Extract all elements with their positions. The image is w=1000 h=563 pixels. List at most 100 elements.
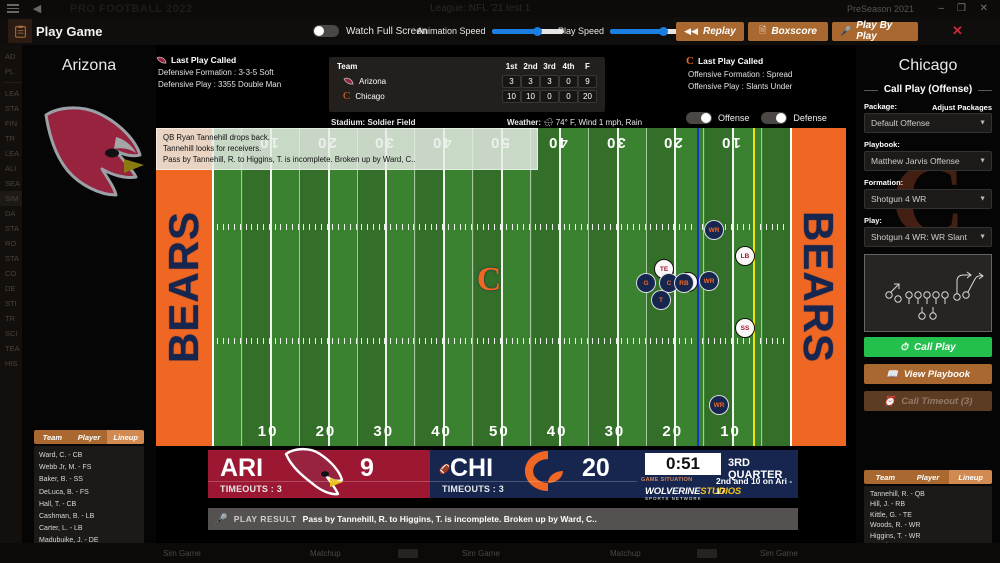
field-player-rb[interactable]: RB [674, 273, 694, 293]
scoreboard-clock-panel: 0:51 3RD QUARTER GAME SITUATION 2nd and … [637, 450, 798, 501]
list-item[interactable]: Webb Jr, M. - FS [39, 462, 139, 474]
bottom-item-3[interactable]: Matchup [610, 549, 641, 558]
play-field: Play: Shotgun 4 WR: WR Slant ▼ [864, 216, 992, 247]
window-close-button[interactable]: ✕ [980, 0, 988, 17]
bottom-item-1[interactable]: Matchup [310, 549, 341, 558]
play-diagram[interactable] [864, 254, 992, 332]
os-titlebar: ◀ PRO FOOTBALL 2022 League: NFL '21 test… [0, 0, 1000, 17]
play-speed-group[interactable]: Play Speed [558, 26, 683, 36]
linescore-header-q4: 4th [562, 62, 575, 71]
bottom-item-0[interactable]: Sim Game [163, 549, 201, 558]
app-header: Play Game Watch Full Screen Animation Sp… [0, 17, 1000, 45]
bears-mini-icon: C [343, 90, 351, 102]
window-minimize-button[interactable]: – [938, 0, 944, 17]
list-item[interactable]: Kittle, G. - TE [870, 511, 986, 521]
boxscore-button[interactable]: 🖹 Boxscore [748, 21, 828, 41]
bottom-item-2[interactable]: Sim Game [462, 549, 500, 558]
season-label: PreSeason 2021 [846, 3, 914, 14]
list-item[interactable]: Woods, R. - WR [870, 521, 986, 531]
bottom-chip-1 [697, 549, 717, 558]
linescore-team-home: Chicago [355, 92, 385, 101]
package-select[interactable]: Default Offense ▼ [864, 113, 992, 133]
call-timeout-button[interactable]: ⏰ Call Timeout (3) [864, 391, 992, 411]
field-player-g[interactable]: G [636, 273, 656, 293]
watch-full-screen-group[interactable]: Watch Full Screen [313, 25, 427, 37]
field-hashmarks-bottom [212, 338, 790, 344]
midfield-logo: C [476, 261, 502, 298]
bottom-chip-0 [398, 549, 418, 558]
offense-toggle[interactable] [686, 112, 712, 124]
app-window: ◀ PRO FOOTBALL 2022 League: NFL '21 test… [0, 0, 1000, 563]
scoreboard-away: ARI 9 TIMEOUTS : 3 [208, 447, 430, 498]
field-player-lb[interactable]: LB [735, 246, 755, 266]
adjust-packages-link[interactable]: Adjust Packages [932, 103, 992, 112]
close-panel-button[interactable]: ✕ [952, 23, 963, 39]
endzone-right: BEARS [790, 128, 846, 446]
clipboard-icon [8, 19, 32, 43]
playbook-select[interactable]: Matthew Jarvis Offense ▼ [864, 151, 992, 171]
replay-button[interactable]: ◀◀ Replay [676, 21, 744, 41]
home-last-play-called: C Last Play Called Offensive Formation :… [686, 55, 792, 91]
back-arrow-icon[interactable]: ◀ [26, 2, 48, 15]
list-item[interactable]: Baker, B. - SS [39, 474, 139, 486]
boxscore-label: Boxscore [771, 25, 817, 37]
field-player-wr[interactable]: WR [709, 395, 729, 415]
playbook-label: Playbook: [864, 140, 900, 149]
package-field: Package: Adjust Packages Default Offense… [864, 102, 992, 133]
weather-value: 74° F, Wind 1 mph, Rain [555, 118, 643, 127]
football-field[interactable]: BEARS BEARS 1010202030304040505040403030… [156, 128, 846, 446]
field-player-wr[interactable]: WR [699, 271, 719, 291]
table-row: Arizona 3 3 3 0 9 [337, 74, 597, 89]
away-tab-team[interactable]: Team [34, 430, 71, 444]
cardinals-logo [44, 106, 144, 197]
side-toggles[interactable]: Offense Defense [686, 112, 827, 124]
rewind-icon: ◀◀ [684, 25, 699, 36]
view-playbook-label: View Playbook [903, 368, 970, 380]
field-player-t[interactable]: T [651, 290, 671, 310]
yard-number-bottom: 30 [373, 423, 395, 440]
list-item[interactable]: Hill, J. - RB [870, 500, 986, 510]
animation-speed-group[interactable]: Animation Speed [417, 26, 564, 36]
home-tabs[interactable]: Team Player Lineup [864, 470, 992, 484]
formation-label: Formation: [864, 178, 904, 187]
play-result-label: PLAY RESULT [233, 514, 297, 524]
view-playbook-button[interactable]: 📖 View Playbook [864, 364, 992, 384]
bottom-item-4[interactable]: Sim Game [760, 549, 798, 558]
field-player-wr[interactable]: WR [704, 220, 724, 240]
away-tab-player[interactable]: Player [70, 430, 108, 444]
away-tabs[interactable]: Team Player Lineup [34, 430, 144, 444]
away-timeouts: TIMEOUTS : 3 [220, 484, 282, 494]
linescore-header-q2: 2nd [523, 62, 538, 71]
window-maximize-button[interactable]: ❐ [957, 0, 966, 17]
home-tab-player[interactable]: Player [906, 470, 950, 484]
linescore-home-q3: 0 [540, 90, 559, 103]
list-item[interactable]: Cashman, B. - LB [39, 511, 139, 523]
list-item[interactable]: Tannehill, R. - QB [870, 490, 986, 500]
list-item[interactable]: Hall, T. - CB [39, 499, 139, 511]
endzone-left: BEARS [156, 128, 212, 446]
list-item[interactable]: Carter, L. - LB [39, 523, 139, 535]
call-play-button[interactable]: ⏱ Call Play [864, 337, 992, 357]
formation-select[interactable]: Shotgun 4 WR ▼ [864, 189, 992, 209]
away-defensive-play: Defensive Play : 3355 Double Man [158, 80, 282, 89]
home-offensive-play: Offensive Play : Slants Under [688, 82, 793, 91]
network-logo: WOLVERINESTUDIOS SPORTS NETWORK [645, 486, 741, 501]
play-by-play-button[interactable]: 🎤 Play By Play [832, 20, 918, 42]
play-select[interactable]: Shotgun 4 WR: WR Slant ▼ [864, 227, 992, 247]
animation-speed-slider[interactable] [491, 26, 564, 36]
weather-label: Weather: 🌧 74° F, Wind 1 mph, Rain [507, 118, 643, 127]
list-item[interactable]: Ward, C. - CB [39, 450, 139, 462]
watch-full-screen-toggle[interactable] [313, 25, 339, 37]
away-tab-lineup[interactable]: Lineup [107, 430, 144, 444]
home-tab-lineup[interactable]: Lineup [949, 470, 992, 484]
play-by-play-label: Play By Play [856, 20, 893, 42]
defense-toggle[interactable] [761, 112, 788, 124]
page-title: Play Game [36, 23, 103, 39]
field-player-ss[interactable]: SS [735, 318, 755, 338]
list-item[interactable]: DeLuca, B. - FS [39, 487, 139, 499]
play-speed-slider[interactable] [610, 26, 683, 36]
menu-hamburger-icon[interactable] [0, 4, 26, 13]
list-item[interactable]: Higgins, T. - WR [870, 532, 986, 542]
home-tab-team[interactable]: Team [864, 470, 907, 484]
away-defensive-formation: Defensive Formation : 3-3-5 Soft [158, 68, 274, 77]
